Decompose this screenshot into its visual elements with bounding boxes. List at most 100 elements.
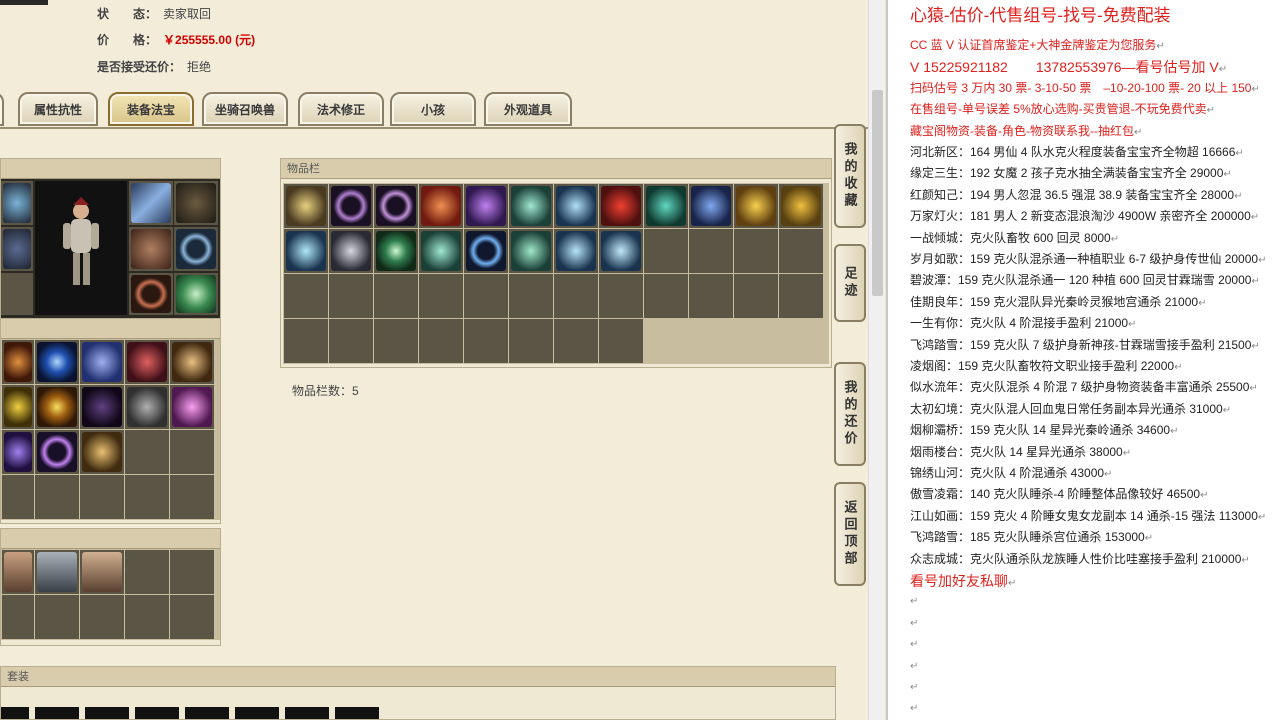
item-slot[interactable]	[689, 184, 733, 228]
item-slot[interactable]	[374, 229, 418, 273]
child-slot[interactable]	[125, 595, 169, 639]
bag-slot[interactable]	[2, 430, 34, 474]
child-slot[interactable]	[35, 550, 79, 594]
tab-spell-modifiers[interactable]: 法术修正	[298, 92, 384, 126]
bag-slot[interactable]	[35, 340, 79, 384]
item-slot[interactable]	[284, 274, 328, 318]
bag-slot[interactable]	[80, 475, 124, 519]
bag-slot[interactable]	[80, 385, 124, 429]
item-slot[interactable]	[329, 184, 373, 228]
equip-slot[interactable]	[174, 273, 218, 315]
tab-equipment[interactable]: 装备法宝	[108, 92, 194, 126]
bag-slot[interactable]	[2, 340, 34, 384]
equip-slot[interactable]	[1, 181, 33, 225]
bag-slot[interactable]	[125, 340, 169, 384]
tab-prev[interactable]	[0, 92, 4, 126]
item-slot[interactable]	[419, 274, 463, 318]
suit-slot[interactable]	[235, 707, 279, 719]
item-slot[interactable]	[734, 229, 778, 273]
equip-slot[interactable]	[129, 181, 173, 225]
child-slot[interactable]	[80, 550, 124, 594]
child-slot[interactable]	[170, 595, 214, 639]
suit-slot[interactable]	[85, 707, 129, 719]
item-slot[interactable]	[599, 184, 643, 228]
item-slot[interactable]	[419, 184, 463, 228]
tab-appearance[interactable]: 外观道具	[484, 92, 572, 126]
nav-back-to-top[interactable]: 返回顶部	[834, 482, 866, 586]
nav-my-favorites[interactable]: 我的收藏	[834, 124, 866, 228]
item-slot[interactable]	[554, 319, 598, 363]
tab-mounts-pets[interactable]: 坐骑召唤兽	[202, 92, 288, 126]
item-slot[interactable]	[554, 184, 598, 228]
item-slot[interactable]	[509, 274, 553, 318]
item-slot[interactable]	[329, 274, 373, 318]
item-slot[interactable]	[284, 184, 328, 228]
nav-my-offers[interactable]: 我的还价	[834, 362, 866, 466]
item-slot[interactable]	[644, 229, 688, 273]
suit-slot[interactable]	[135, 707, 179, 719]
item-slot[interactable]	[374, 274, 418, 318]
item-slot[interactable]	[779, 184, 823, 228]
suit-slot[interactable]	[285, 707, 329, 719]
suit-slot[interactable]	[1, 707, 29, 719]
child-slot[interactable]	[170, 550, 214, 594]
item-slot[interactable]	[419, 229, 463, 273]
item-slot[interactable]	[689, 274, 733, 318]
item-slot[interactable]	[374, 184, 418, 228]
tab-attributes[interactable]: 属性抗性	[18, 92, 98, 126]
equip-slot[interactable]	[174, 227, 218, 271]
bag-slot[interactable]	[170, 385, 214, 429]
equip-slot[interactable]	[174, 181, 218, 225]
item-slot[interactable]	[734, 274, 778, 318]
item-slot[interactable]	[284, 229, 328, 273]
item-slot[interactable]	[464, 229, 508, 273]
equip-slot[interactable]	[129, 227, 173, 271]
item-slot[interactable]	[779, 274, 823, 318]
bag-slot[interactable]	[35, 475, 79, 519]
equip-slot[interactable]	[1, 227, 33, 271]
item-slot[interactable]	[599, 274, 643, 318]
suit-slot[interactable]	[35, 707, 79, 719]
item-slot[interactable]	[734, 184, 778, 228]
bag-slot[interactable]	[35, 430, 79, 474]
bag-slot[interactable]	[80, 430, 124, 474]
item-slot[interactable]	[644, 274, 688, 318]
item-slot[interactable]	[329, 319, 373, 363]
bag-slot[interactable]	[170, 340, 214, 384]
item-slot[interactable]	[509, 229, 553, 273]
page-scrollbar[interactable]	[868, 0, 885, 720]
item-slot[interactable]	[464, 319, 508, 363]
bag-slot[interactable]	[125, 430, 169, 474]
item-slot[interactable]	[689, 229, 733, 273]
item-slot[interactable]	[779, 229, 823, 273]
item-slot[interactable]	[644, 184, 688, 228]
nav-footprints[interactable]: 足迹	[834, 244, 866, 322]
item-slot[interactable]	[509, 319, 553, 363]
equip-slot[interactable]	[129, 273, 173, 315]
equip-slot[interactable]	[1, 273, 33, 315]
item-slot[interactable]	[329, 229, 373, 273]
child-slot[interactable]	[80, 595, 124, 639]
item-slot[interactable]	[419, 319, 463, 363]
bag-slot[interactable]	[125, 385, 169, 429]
item-slot[interactable]	[599, 319, 643, 363]
bag-slot[interactable]	[170, 475, 214, 519]
scrollbar-thumb[interactable]	[872, 90, 883, 296]
item-slot[interactable]	[599, 229, 643, 273]
item-slot[interactable]	[554, 274, 598, 318]
child-slot[interactable]	[2, 550, 34, 594]
bag-slot[interactable]	[2, 385, 34, 429]
item-slot[interactable]	[464, 274, 508, 318]
item-slot[interactable]	[464, 184, 508, 228]
child-slot[interactable]	[125, 550, 169, 594]
bag-slot[interactable]	[80, 340, 124, 384]
item-slot[interactable]	[554, 229, 598, 273]
child-slot[interactable]	[2, 595, 34, 639]
suit-slot[interactable]	[335, 707, 379, 719]
bag-slot[interactable]	[125, 475, 169, 519]
item-slot[interactable]	[509, 184, 553, 228]
item-slot[interactable]	[374, 319, 418, 363]
bag-slot[interactable]	[170, 430, 214, 474]
bag-slot[interactable]	[35, 385, 79, 429]
child-slot[interactable]	[35, 595, 79, 639]
